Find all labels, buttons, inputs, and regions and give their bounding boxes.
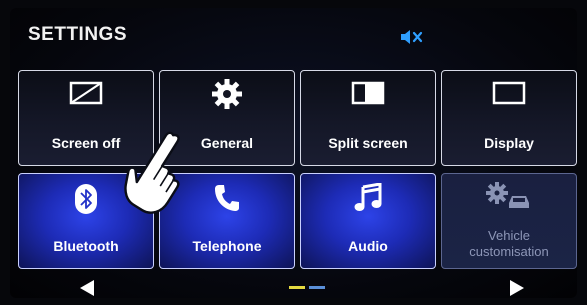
split-screen-button[interactable]: Split screen [300,70,436,166]
audio-label: Audio [348,238,388,254]
gear-car-icon [486,182,529,208]
arrow-left-icon[interactable] [80,280,94,296]
settings-screen: SETTINGS Screen off General Split screen… [10,8,577,298]
page-title: SETTINGS [28,24,128,45]
arrow-right-icon[interactable] [510,280,524,296]
bluetooth-icon [75,184,97,214]
vehicle-customisation-label: Vehicle customisation [469,228,549,259]
audio-button[interactable]: Audio [300,173,436,269]
page-indicator [289,286,329,290]
telephone-label: Telephone [192,238,262,254]
display-label: Display [484,135,534,151]
phone-icon [215,185,239,211]
page-dot-inactive [309,286,325,289]
gear-icon [212,79,242,109]
music-note-icon [354,183,382,211]
display-icon [492,81,526,105]
speaker-muted-icon[interactable] [400,29,426,45]
display-bezel: SETTINGS Screen off General Split screen… [0,0,587,305]
bluetooth-label: Bluetooth [53,238,119,254]
split-screen-label: Split screen [328,135,408,151]
settings-grid: Screen off General Split screen Display … [18,70,577,270]
screen-off-icon [69,81,103,105]
display-button[interactable]: Display [441,70,577,166]
vehicle-customisation-button[interactable]: Vehicle customisation [441,173,577,269]
pointing-hand-icon [124,131,180,214]
split-screen-icon [351,81,385,105]
page-dot-active [289,286,305,289]
